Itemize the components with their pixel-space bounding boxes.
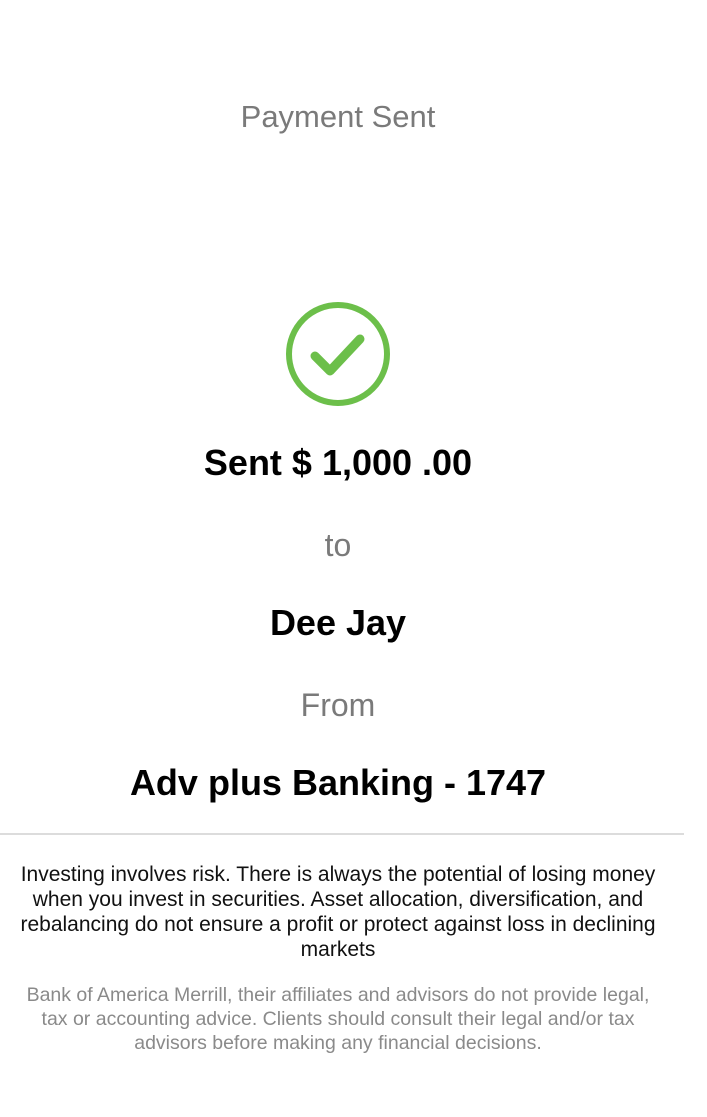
payment-sent-screen: Payment Sent Sent $ 1,000 .00 to Dee Jay… (0, 0, 707, 1117)
from-label: From (300, 687, 376, 723)
advice-disclaimer: Bank of America Merrill, their affiliate… (26, 984, 650, 1054)
recipient-name: Dee Jay (269, 602, 407, 643)
to-label: to (324, 527, 352, 563)
check-circle-icon (285, 301, 391, 407)
investing-risk-disclaimer: Investing involves risk. There is always… (20, 863, 656, 961)
source-account: Adv plus Banking - 1747 (129, 762, 547, 803)
sent-amount: Sent $ 1,000 .00 (203, 442, 473, 483)
section-divider (0, 833, 684, 835)
page-title: Payment Sent (240, 99, 436, 134)
